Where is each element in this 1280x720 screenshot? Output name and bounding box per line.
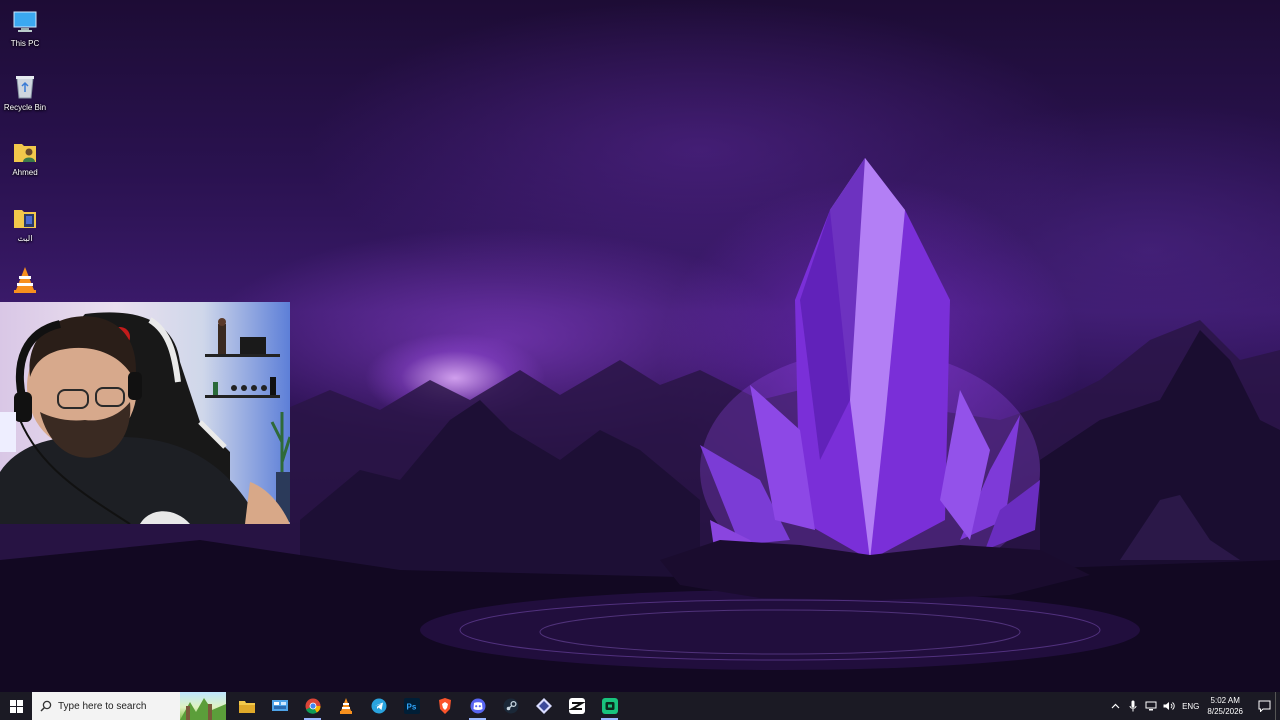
clock-time: 5:02 AM (1210, 696, 1240, 705)
tray-volume[interactable] (1161, 692, 1177, 720)
desktop-icon-label: البث (17, 234, 33, 243)
desktop-icon-recycle-bin[interactable]: Recycle Bin (0, 72, 50, 112)
discord-icon (470, 698, 485, 714)
notification-icon (1258, 700, 1270, 712)
language-indicator[interactable]: ENG (1182, 702, 1199, 711)
taskbar-brave[interactable] (428, 692, 461, 720)
taskbar-file-explorer[interactable] (230, 692, 263, 720)
clock-date: 8/25/2026 (1207, 707, 1243, 716)
notification-center-button[interactable] (1253, 692, 1275, 720)
taskbar-streaming-app[interactable] (593, 692, 626, 720)
svg-text:Ps: Ps (406, 703, 416, 712)
taskbar-discord[interactable] (461, 692, 494, 720)
microphone-icon (1129, 700, 1137, 712)
search-icon (40, 700, 52, 712)
this-pc-icon (11, 8, 39, 36)
recycle-bin-icon (11, 72, 39, 100)
clock[interactable]: 5:02 AM 8/25/2026 (1207, 695, 1243, 717)
volume-icon (1163, 702, 1175, 710)
taskbar-chrome[interactable] (296, 692, 329, 720)
webcam-feed (0, 312, 290, 524)
photoshop-icon: Ps (403, 698, 420, 714)
taskbar-telegram[interactable] (362, 692, 395, 720)
gitkraken-icon (535, 698, 552, 714)
taskbar-gitkraken[interactable] (527, 692, 560, 720)
taskbar-pinned-apps: Ps (230, 692, 626, 720)
control-panel-icon (271, 700, 288, 711)
windows-logo-icon (9, 699, 23, 713)
desktop-icon-stream-folder[interactable]: البث (0, 203, 50, 243)
user-folder-icon (11, 137, 39, 165)
brave-icon (438, 698, 451, 714)
folder-icon (11, 203, 39, 231)
file-explorer-icon (238, 701, 255, 713)
tray-show-hidden[interactable] (1107, 692, 1123, 720)
streaming-app-icon (601, 698, 618, 714)
search-placeholder: Type here to search (58, 700, 147, 712)
show-desktop-button[interactable] (1275, 692, 1280, 720)
chrome-icon (305, 698, 321, 714)
search-highlight-image[interactable] (180, 692, 226, 720)
taskbar-capcut[interactable] (560, 692, 593, 720)
start-button[interactable] (0, 692, 32, 720)
desktop-icon-this-pc[interactable]: This PC (0, 8, 50, 48)
vlc-media-player-icon (339, 698, 352, 714)
taskbar-vlc[interactable] (329, 692, 362, 720)
desktop-icon-ahmed[interactable]: Ahmed (0, 137, 50, 177)
network-icon (1145, 701, 1157, 711)
taskbar-control-panel[interactable] (263, 692, 296, 720)
taskbar-photoshop[interactable]: Ps (395, 692, 428, 720)
chevron-up-icon (1111, 703, 1119, 709)
telegram-icon (371, 698, 386, 714)
capcut-icon (568, 698, 585, 714)
desktop-icon-label: This PC (10, 39, 40, 48)
tray-network[interactable] (1143, 692, 1159, 720)
taskbar-steam[interactable] (494, 692, 527, 720)
system-tray: ENG 5:02 AM 8/25/2026 (1106, 692, 1280, 720)
tray-microphone[interactable] (1125, 692, 1141, 720)
taskbar: Type here to search Ps ENG 5:02 AM 8/25/… (0, 692, 1280, 720)
desktop-icon-label: Recycle Bin (3, 103, 47, 112)
steam-icon (503, 698, 518, 714)
desktop-icon-label: Ahmed (12, 168, 38, 177)
search-box[interactable]: Type here to search (32, 692, 180, 720)
webcam-overlay (0, 302, 290, 524)
vlc-icon (11, 266, 39, 294)
desktop-icon-vlc[interactable] (0, 266, 50, 294)
